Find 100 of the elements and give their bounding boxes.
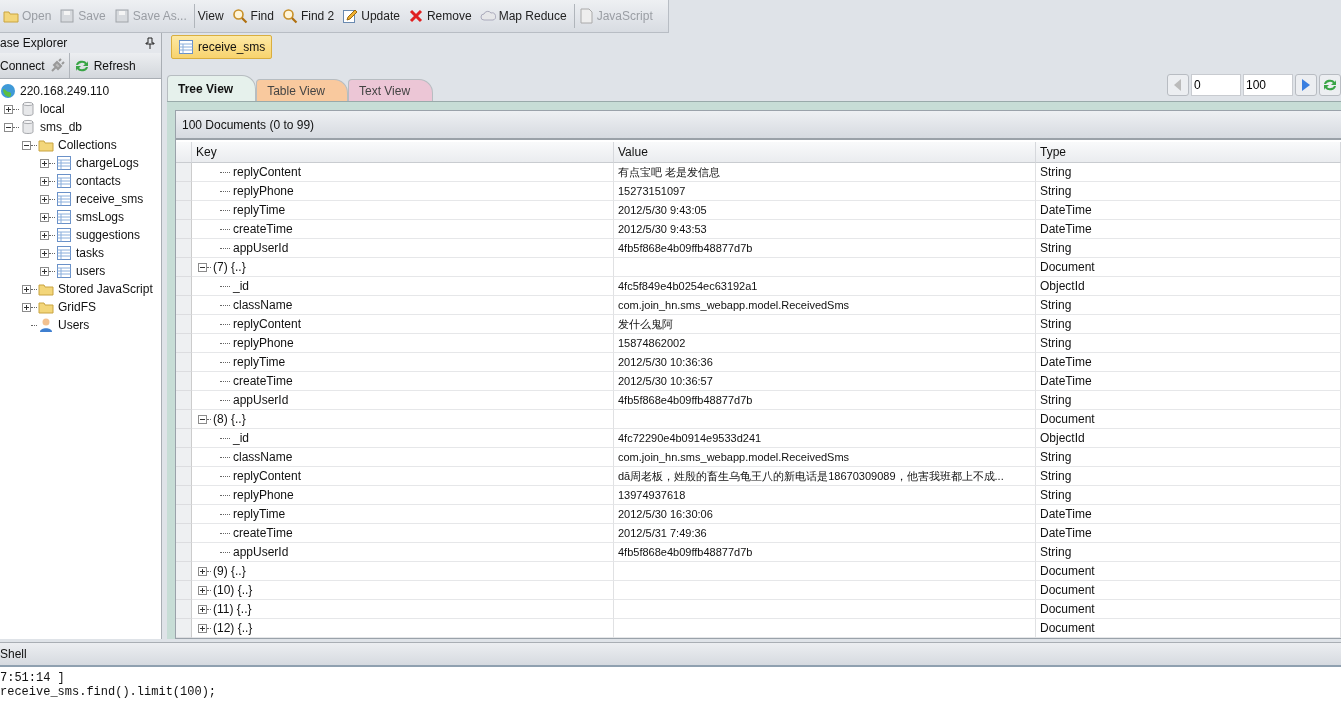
toolbar-button[interactable]: Find 2 bbox=[278, 4, 338, 28]
expand-icon[interactable] bbox=[198, 623, 207, 633]
panel-title: Shell bbox=[0, 647, 27, 661]
toolbar-button[interactable]: Remove bbox=[404, 4, 475, 28]
view-tab[interactable]: Table View bbox=[256, 79, 348, 101]
document-node[interactable]: (10) {..} bbox=[213, 583, 253, 597]
expand-icon[interactable] bbox=[40, 194, 49, 204]
row-header[interactable] bbox=[176, 239, 192, 258]
toolbar-button[interactable]: Update bbox=[339, 4, 403, 28]
tree-item[interactable]: Collections bbox=[38, 137, 117, 153]
expand-icon[interactable] bbox=[4, 104, 13, 114]
row-header[interactable] bbox=[176, 315, 192, 334]
row-header[interactable] bbox=[176, 600, 192, 619]
tree-item[interactable]: contacts bbox=[56, 173, 121, 189]
toolbar-button[interactable]: Connect bbox=[0, 53, 70, 78]
collapse-icon[interactable] bbox=[198, 414, 207, 424]
table-cell: Document bbox=[1040, 412, 1095, 426]
toolbar-button[interactable]: Find bbox=[228, 4, 277, 28]
tree-item[interactable]: chargeLogs bbox=[56, 155, 139, 171]
row-header[interactable] bbox=[176, 448, 192, 467]
expand-icon[interactable] bbox=[198, 604, 207, 614]
collapse-icon[interactable] bbox=[198, 262, 207, 272]
toolbar-button[interactable]: Map Reduce bbox=[476, 4, 570, 28]
table-cell: Document bbox=[1040, 583, 1095, 597]
row-header[interactable] bbox=[176, 353, 192, 372]
collapse-icon[interactable] bbox=[22, 140, 31, 150]
folder-icon bbox=[38, 281, 54, 297]
column-header[interactable]: Type bbox=[1036, 142, 1341, 163]
row-header[interactable] bbox=[176, 277, 192, 296]
tree-item[interactable]: local bbox=[20, 101, 65, 117]
row-header[interactable] bbox=[176, 562, 192, 581]
row-header[interactable] bbox=[176, 429, 192, 448]
row-header[interactable] bbox=[176, 258, 192, 277]
row-header[interactable] bbox=[176, 619, 192, 638]
row-header[interactable] bbox=[176, 467, 192, 486]
right-arrow-icon bbox=[1302, 79, 1310, 91]
pin-icon[interactable] bbox=[145, 37, 155, 49]
document-node[interactable]: (12) {..} bbox=[213, 621, 253, 635]
row-header[interactable] bbox=[176, 391, 192, 410]
row-header[interactable] bbox=[176, 220, 192, 239]
row-header[interactable] bbox=[176, 581, 192, 600]
view-tab[interactable]: Text View bbox=[348, 79, 434, 101]
row-header[interactable] bbox=[176, 486, 192, 505]
search-icon bbox=[281, 8, 298, 24]
row-header[interactable] bbox=[176, 296, 192, 315]
skip-input[interactable]: 0 bbox=[1191, 74, 1241, 96]
refresh-button[interactable] bbox=[1319, 74, 1341, 96]
row-header[interactable] bbox=[176, 201, 192, 220]
table-cell: String bbox=[1040, 488, 1072, 502]
column-header[interactable]: Key bbox=[192, 142, 614, 163]
document-node[interactable]: (11) {..} bbox=[213, 602, 252, 616]
result-summary: 100 Documents (0 to 99) bbox=[176, 111, 1341, 140]
document-tab[interactable]: receive_sms bbox=[171, 35, 273, 59]
column-header[interactable]: Value bbox=[614, 142, 1036, 163]
row-header[interactable] bbox=[176, 182, 192, 201]
limit-input[interactable]: 100 bbox=[1243, 74, 1293, 96]
row-header[interactable] bbox=[176, 163, 192, 182]
database-icon bbox=[20, 101, 36, 117]
table-cell: 4fc72290e4b0914e9533d241 bbox=[618, 432, 762, 444]
table-cell: replyTime bbox=[233, 507, 286, 521]
expand-icon[interactable] bbox=[40, 158, 49, 168]
tree-item[interactable]: tasks bbox=[56, 245, 104, 261]
tree-item[interactable]: smsLogs bbox=[56, 209, 125, 225]
expand-icon[interactable] bbox=[22, 302, 31, 312]
table-cell: String bbox=[1040, 184, 1072, 198]
tree-item[interactable]: Stored JavaScript bbox=[38, 281, 153, 297]
row-header[interactable] bbox=[176, 524, 192, 543]
tree-item[interactable]: receive_sms bbox=[56, 191, 144, 207]
document-node[interactable]: (9) {..} bbox=[213, 564, 246, 578]
expand-icon[interactable] bbox=[22, 284, 31, 294]
document-node[interactable]: (7) {..} bbox=[213, 260, 246, 274]
row-header[interactable] bbox=[176, 543, 192, 562]
expand-icon[interactable] bbox=[40, 248, 49, 258]
tree-item[interactable]: Users bbox=[38, 317, 90, 333]
expand-icon[interactable] bbox=[40, 176, 49, 186]
row-header[interactable] bbox=[176, 372, 192, 391]
tree-item[interactable]: 220.168.249.110 bbox=[0, 83, 110, 99]
document-node[interactable]: (8) {..} bbox=[213, 412, 246, 426]
table-icon bbox=[56, 245, 72, 261]
toolbar-button[interactable]: Refresh bbox=[69, 53, 140, 78]
table-cell: 4fb5f868e4b09ffb48877d7b bbox=[618, 546, 753, 558]
expand-icon[interactable] bbox=[198, 566, 207, 576]
row-header[interactable] bbox=[176, 505, 192, 524]
collapse-icon[interactable] bbox=[4, 122, 13, 132]
tree-item[interactable]: suggestions bbox=[56, 227, 141, 243]
expand-icon[interactable] bbox=[198, 585, 207, 595]
expand-icon[interactable] bbox=[40, 212, 49, 222]
view-tab[interactable]: Tree View bbox=[167, 75, 257, 101]
table-cell: 13974937618 bbox=[618, 489, 686, 501]
expand-icon[interactable] bbox=[40, 230, 49, 240]
row-header[interactable] bbox=[176, 410, 192, 429]
tree-item[interactable]: users bbox=[56, 263, 106, 279]
next-page-button[interactable] bbox=[1295, 74, 1317, 96]
tree-item[interactable]: sms_db bbox=[20, 119, 83, 135]
toolbar-button[interactable]: View bbox=[194, 4, 227, 28]
tree-item[interactable]: GridFS bbox=[38, 299, 96, 315]
table-cell: DateTime bbox=[1040, 355, 1092, 369]
expand-icon[interactable] bbox=[40, 266, 49, 276]
table-cell: String bbox=[1040, 317, 1072, 331]
row-header[interactable] bbox=[176, 334, 192, 353]
